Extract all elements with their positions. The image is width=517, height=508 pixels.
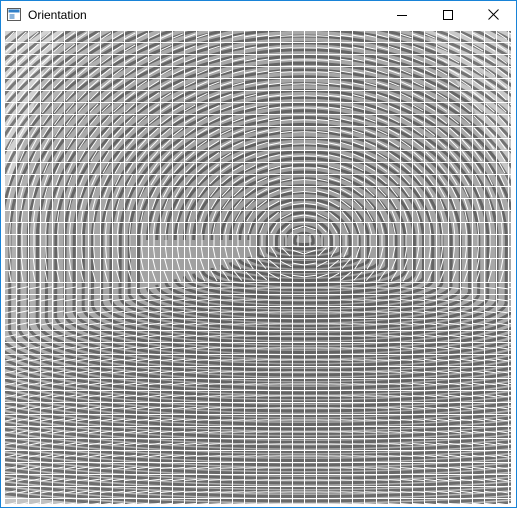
orientation-segment — [219, 407, 233, 409]
orientation-segment — [231, 395, 245, 397]
orientation-segment — [363, 299, 377, 301]
orientation-segment — [231, 323, 245, 325]
orientation-segment — [375, 407, 389, 409]
minimize-icon — [397, 7, 407, 25]
window-app-icon — [7, 8, 21, 21]
orientation-segment — [231, 479, 245, 481]
orientation-segment — [231, 371, 245, 373]
minimize-button[interactable] — [379, 1, 425, 30]
orientation-segment — [219, 479, 233, 481]
orientation-segment — [375, 359, 389, 361]
orientation-segment — [363, 443, 377, 445]
orientation-segment — [363, 407, 377, 409]
orientation-segment — [231, 359, 245, 361]
orientation-segment — [231, 347, 245, 349]
maximize-icon — [443, 7, 453, 25]
title-bar[interactable]: Orientation — [1, 1, 516, 30]
orientation-segment — [363, 455, 377, 457]
orientation-segment — [375, 323, 389, 325]
window-title: Orientation — [28, 8, 87, 22]
orientation-segment — [219, 455, 233, 457]
orientation-segment — [219, 299, 233, 301]
orientation-segment — [291, 155, 305, 157]
orientation-segment — [363, 431, 377, 433]
orientation-segment — [219, 287, 233, 289]
orientation-segment — [363, 287, 377, 289]
orientation-segment — [231, 407, 245, 409]
orientation-segment — [375, 299, 389, 301]
orientation-segment — [363, 467, 377, 469]
orientation-segment — [231, 335, 245, 337]
orientation-segment — [303, 155, 317, 157]
orientation-segment — [219, 467, 233, 469]
orientation-segment — [231, 431, 245, 433]
orientation-segment — [219, 347, 233, 349]
orientation-segment — [231, 491, 245, 493]
orientation-segment — [363, 419, 377, 421]
orientation-segment — [231, 467, 245, 469]
orientation-segment — [219, 335, 233, 337]
orientation-segment — [219, 383, 233, 385]
orientation-segment — [363, 383, 377, 385]
orientation-segment — [375, 335, 389, 337]
orientation-segment — [231, 443, 245, 445]
orientation-segment — [231, 299, 245, 301]
orientation-segment — [375, 443, 389, 445]
orientation-segment — [219, 371, 233, 373]
orientation-segment — [219, 395, 233, 397]
orientation-segment — [231, 455, 245, 457]
orientation-segment — [375, 479, 389, 481]
orientation-segment — [363, 395, 377, 397]
orientation-segment — [231, 311, 245, 313]
orientation-segment — [375, 467, 389, 469]
orientation-segment — [231, 287, 245, 289]
orientation-segment — [291, 167, 305, 169]
orientation-window: Orientation — [0, 0, 517, 508]
orientation-segment — [219, 443, 233, 445]
orientation-segment — [219, 419, 233, 421]
close-icon — [487, 7, 499, 25]
orientation-segment — [375, 383, 389, 385]
orientation-segment — [219, 359, 233, 361]
orientation-segment — [375, 347, 389, 349]
maximize-button[interactable] — [425, 1, 471, 30]
orientation-segment — [363, 371, 377, 373]
orientation-segment — [375, 311, 389, 313]
orientation-segment — [219, 491, 233, 493]
orientation-segment — [375, 419, 389, 421]
orientation-segment — [363, 335, 377, 337]
orientation-segment — [219, 431, 233, 433]
image-canvas — [4, 30, 511, 504]
orientation-segment — [363, 347, 377, 349]
orientation-segment — [363, 359, 377, 361]
orientation-segment — [375, 395, 389, 397]
orientation-segment — [375, 491, 389, 493]
orientation-segment — [219, 323, 233, 325]
orientation-segment — [219, 311, 233, 313]
orientation-segment — [375, 455, 389, 457]
orientation-segment — [363, 491, 377, 493]
orientation-field-image — [4, 30, 511, 504]
orientation-segment — [363, 479, 377, 481]
orientation-segment — [375, 287, 389, 289]
orientation-segment — [363, 323, 377, 325]
orientation-segment — [375, 431, 389, 433]
orientation-segment — [375, 371, 389, 373]
close-button[interactable] — [470, 1, 516, 30]
orientation-segment — [231, 419, 245, 421]
orientation-segment — [363, 311, 377, 313]
orientation-segment — [303, 167, 317, 169]
orientation-segment — [231, 383, 245, 385]
